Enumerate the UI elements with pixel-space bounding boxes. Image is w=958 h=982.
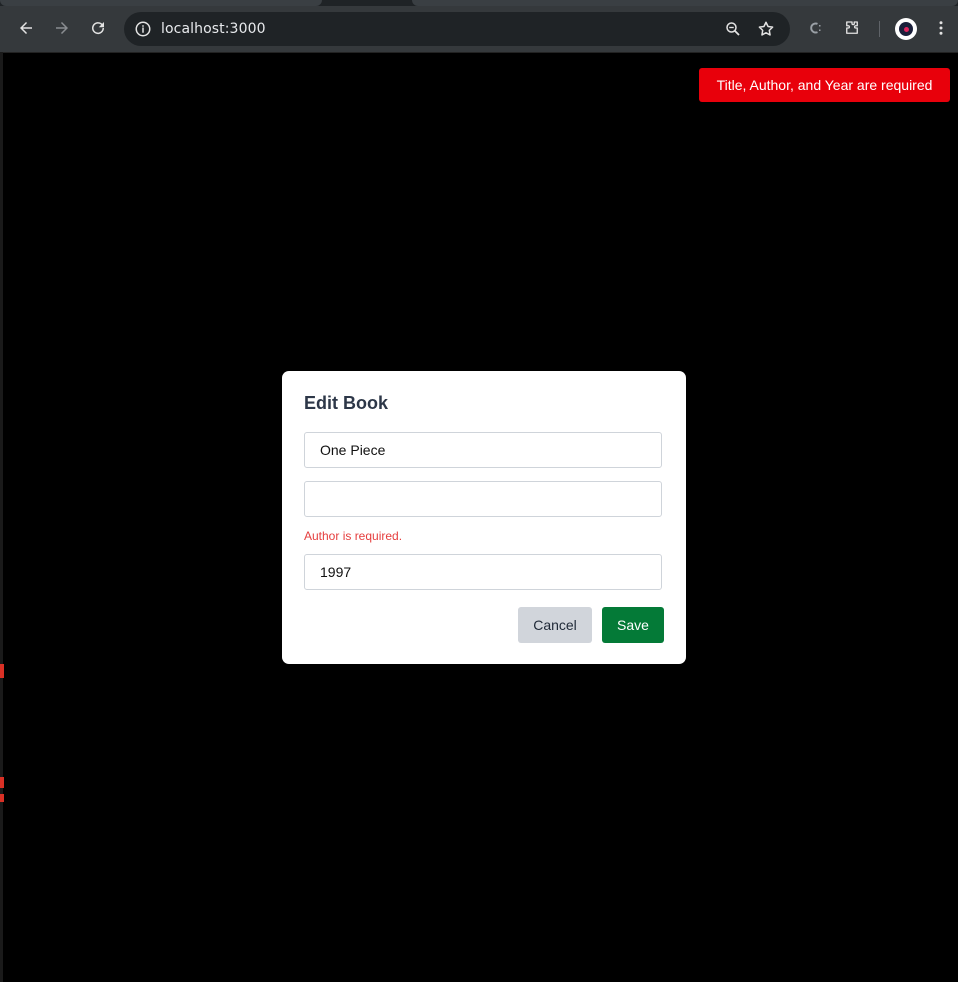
toolbar-divider: [879, 21, 880, 37]
more-vertical-icon: [939, 21, 943, 35]
url-text[interactable]: localhost:3000: [161, 21, 266, 37]
back-button[interactable]: [11, 13, 41, 43]
bookmark-star-icon[interactable]: [757, 20, 775, 38]
year-input[interactable]: 1997: [304, 554, 662, 590]
reload-button[interactable]: [83, 13, 113, 43]
error-toast: Title, Author, and Year are required: [699, 68, 950, 102]
zoom-icon[interactable]: [724, 20, 742, 38]
author-error-message: Author is required.: [304, 529, 403, 543]
forward-button[interactable]: [47, 13, 77, 43]
site-info-icon[interactable]: [134, 20, 152, 38]
save-button[interactable]: Save: [602, 607, 664, 643]
browser-menu-button[interactable]: [928, 13, 954, 43]
edge-marker: [0, 664, 4, 678]
cancel-button[interactable]: Cancel: [518, 607, 592, 643]
address-bar[interactable]: localhost:3000: [124, 12, 790, 46]
back-arrow-icon: [20, 22, 32, 34]
edge-marker: [0, 794, 4, 802]
title-input[interactable]: One Piece: [304, 432, 662, 468]
reload-icon: [92, 22, 105, 35]
forward-arrow-icon: [56, 22, 68, 34]
edit-book-modal: Edit Book One Piece Author is required. …: [282, 371, 686, 664]
modal-title: Edit Book: [304, 393, 388, 413]
profile-avatar[interactable]: [895, 18, 917, 40]
extensions-button[interactable]: [837, 13, 867, 43]
author-input[interactable]: [304, 481, 662, 517]
browser-toolbar: localhost:3000: [0, 6, 958, 53]
edge-marker: [0, 777, 4, 788]
extension-c-button[interactable]: [801, 13, 831, 43]
puzzle-piece-icon: [846, 21, 858, 34]
c-extension-icon: [810, 22, 821, 34]
page-left-edge: [0, 52, 3, 982]
